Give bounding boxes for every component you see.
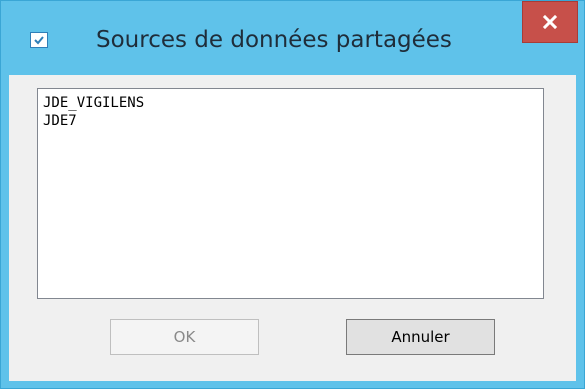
ok-button[interactable]: OK — [110, 319, 259, 355]
list-item-jde7[interactable]: JDE7 — [43, 112, 538, 130]
title-bar[interactable]: Sources de données partagées — [1, 1, 584, 75]
list-item-jde-vigilens[interactable]: JDE_VIGILENS — [43, 94, 538, 112]
dialog-content: JDE_VIGILENS JDE7 OK Annuler — [9, 75, 576, 381]
cancel-button[interactable]: Annuler — [346, 319, 495, 355]
checkbox-app-icon — [30, 32, 48, 48]
close-x-icon — [542, 15, 558, 29]
close-button[interactable] — [522, 1, 578, 43]
dialog-window: Sources de données partagées JDE_VIGILEN… — [0, 0, 585, 389]
window-title: Sources de données partagées — [96, 27, 452, 53]
data-source-list[interactable]: JDE_VIGILENS JDE7 — [37, 88, 544, 299]
